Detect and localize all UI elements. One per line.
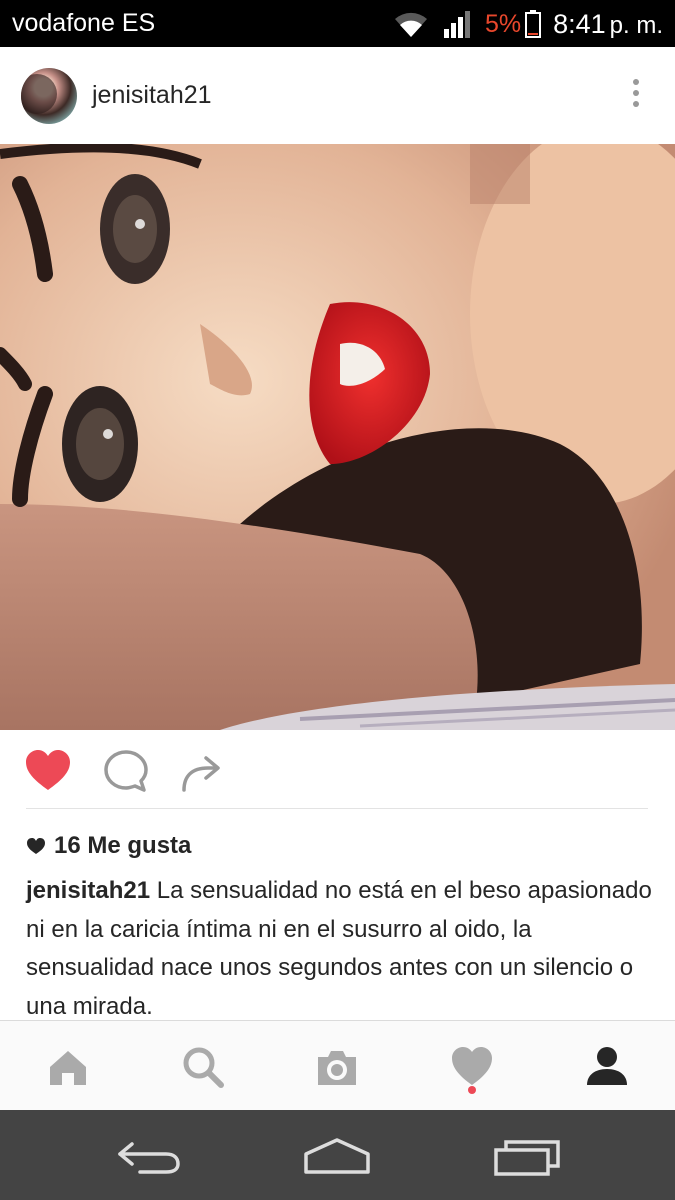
home-icon[interactable] bbox=[302, 1136, 372, 1176]
status-indicators: 5% 8:41 p. m. bbox=[393, 7, 663, 41]
profile-icon[interactable] bbox=[585, 1045, 629, 1089]
post-header: jenisitah21 bbox=[0, 47, 675, 144]
home-icon[interactable] bbox=[46, 1045, 90, 1089]
activity-heart-icon[interactable] bbox=[450, 1045, 494, 1089]
bottom-tab-bar bbox=[0, 1020, 675, 1110]
wifi-icon bbox=[394, 12, 427, 37]
portrait-image bbox=[0, 144, 675, 730]
comment-icon[interactable] bbox=[102, 748, 150, 794]
more-options-icon[interactable] bbox=[631, 79, 641, 113]
avatar[interactable] bbox=[21, 68, 77, 124]
likes-count[interactable]: 16 Me gusta bbox=[26, 832, 191, 860]
post-username[interactable]: jenisitah21 bbox=[92, 81, 212, 110]
signal-icon bbox=[443, 11, 470, 38]
small-heart-icon bbox=[27, 838, 45, 854]
camera-icon[interactable] bbox=[315, 1045, 359, 1089]
likes-text: 16 Me gusta bbox=[54, 832, 192, 859]
system-nav-bar bbox=[0, 1110, 675, 1200]
recent-apps-icon[interactable] bbox=[492, 1136, 562, 1176]
search-icon[interactable] bbox=[181, 1045, 225, 1089]
post-photo[interactable] bbox=[0, 144, 675, 730]
caption-username[interactable]: jenisitah21 bbox=[26, 877, 150, 904]
like-heart-icon[interactable] bbox=[24, 748, 72, 794]
carrier-name: vodafone ES bbox=[12, 9, 156, 37]
post-actions bbox=[0, 730, 675, 810]
activity-notification-dot bbox=[468, 1086, 476, 1094]
post-caption: jenisitah21 La sensualidad no está en el… bbox=[26, 872, 656, 1026]
clock: 8:41 p. m. bbox=[553, 8, 663, 39]
share-icon[interactable] bbox=[178, 748, 226, 794]
battery-percent: 5% bbox=[484, 9, 522, 38]
status-bar: vodafone ES 5% 8:41 p. m. bbox=[0, 0, 675, 47]
actions-divider bbox=[26, 808, 648, 809]
battery-icon bbox=[525, 10, 542, 38]
back-icon[interactable] bbox=[114, 1136, 184, 1176]
